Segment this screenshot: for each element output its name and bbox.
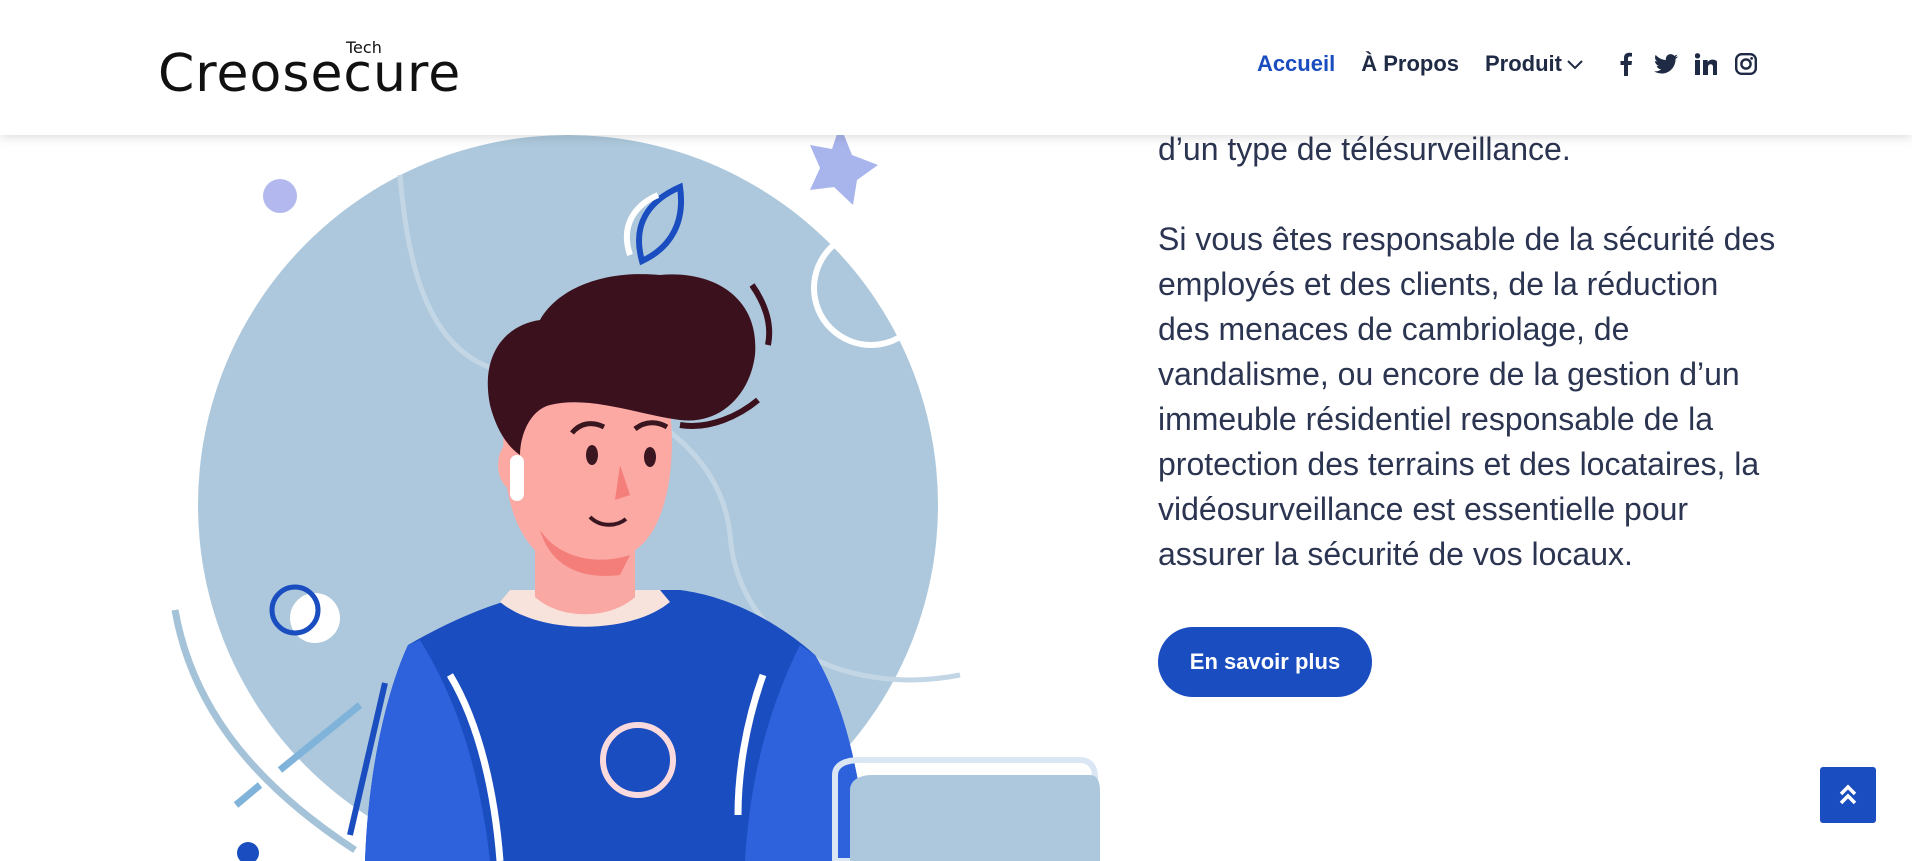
nav-a-propos[interactable]: À Propos	[1361, 51, 1459, 77]
earbud	[510, 455, 524, 501]
paragraph-main: Si vous êtes responsable de la sécurité …	[1158, 221, 1776, 572]
dot-decoration	[263, 179, 297, 213]
logo[interactable]: Creosecure Tech	[158, 34, 460, 104]
hero-illustration	[171, 135, 1100, 861]
facebook-icon[interactable]	[1614, 52, 1638, 76]
logo-tag: Tech	[346, 38, 382, 57]
instagram-icon[interactable]	[1734, 52, 1758, 76]
linkedin-icon[interactable]	[1694, 52, 1718, 76]
nav-produit[interactable]: Produit	[1485, 51, 1584, 77]
logo-name: Creosecure	[158, 44, 462, 104]
nav-accueil[interactable]: Accueil	[1257, 51, 1335, 77]
scroll-top-button[interactable]	[1820, 767, 1876, 823]
double-chevron-up-icon	[1839, 784, 1857, 805]
learn-more-button[interactable]: En savoir plus	[1158, 627, 1372, 697]
star-decoration	[810, 135, 878, 205]
nav-produit-label: Produit	[1485, 51, 1562, 76]
site-header: Creosecure Tech Accueil À Propos Produit	[0, 0, 1912, 135]
main-nav: Accueil À Propos Produit	[1257, 44, 1758, 84]
chevron-down-icon	[1567, 60, 1583, 70]
laptop	[850, 775, 1100, 861]
twitter-icon[interactable]	[1654, 52, 1678, 76]
social-links	[1598, 52, 1758, 76]
